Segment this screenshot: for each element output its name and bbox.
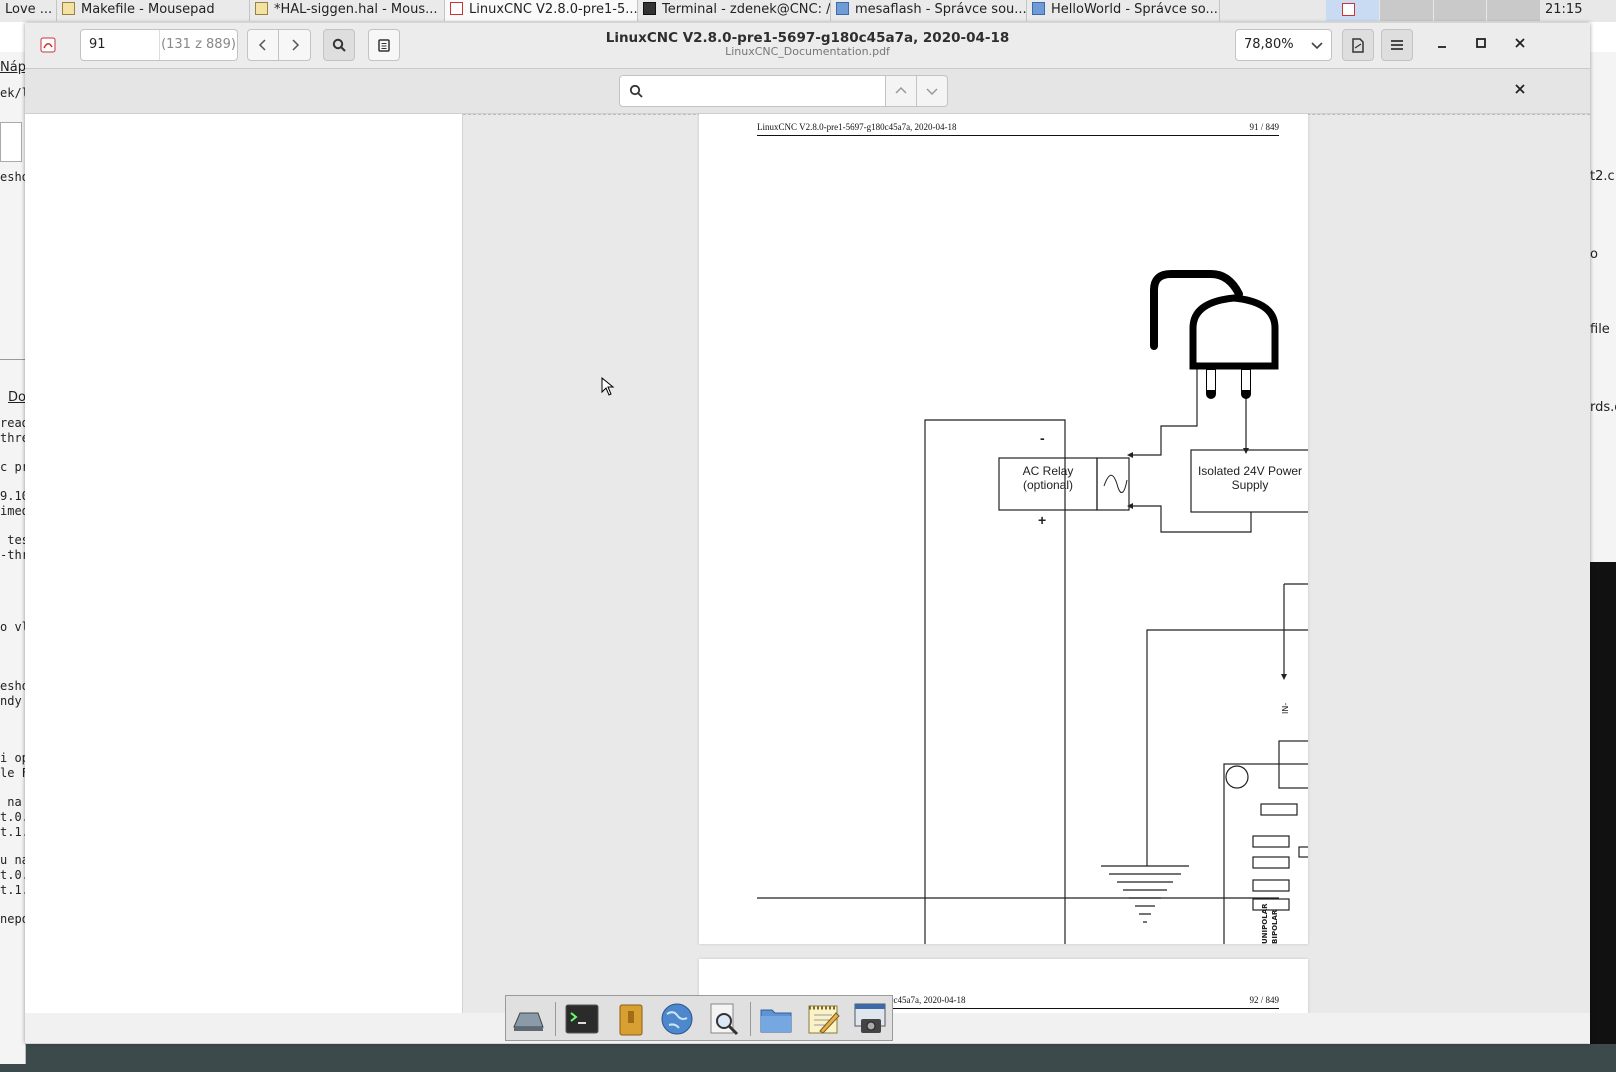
browser-icon xyxy=(661,1003,693,1035)
archive-icon xyxy=(619,1004,643,1036)
mouse-cursor-icon xyxy=(601,377,615,396)
folder-icon xyxy=(760,1009,792,1033)
zoom-select[interactable]: 78,80% xyxy=(1235,29,1332,61)
find-next-button[interactable] xyxy=(916,75,948,107)
folder-icon xyxy=(1032,2,1045,15)
terminal-background xyxy=(1590,562,1616,1044)
file-search-launcher[interactable] xyxy=(706,1001,742,1037)
chevron-down-icon xyxy=(926,88,938,96)
folder-icon xyxy=(836,2,849,15)
page-header-right: 92 / 849 xyxy=(1249,995,1279,1005)
power-supply-label: Isolated 24V Power Supply xyxy=(1197,464,1303,492)
search-icon xyxy=(629,84,643,98)
task-hal-siggen[interactable]: *HAL-siggen.hal - Mous... xyxy=(250,0,445,21)
task-linuxcnc-pdf[interactable]: LinuxCNC V2.8.0-pre1-5... xyxy=(445,0,638,21)
archive-launcher[interactable] xyxy=(612,1001,648,1037)
board-label-unipolar: UNIPOLAR xyxy=(1261,903,1269,945)
terminal-icon xyxy=(643,2,656,15)
page-layout-button[interactable] xyxy=(1342,29,1374,61)
network-icon xyxy=(513,1012,544,1031)
close-button[interactable] xyxy=(1508,33,1532,57)
pdf-icon xyxy=(450,2,463,15)
document-view[interactable]: LinuxCNC V2.8.0-pre1-5697-g180c45a7a, 20… xyxy=(463,114,1590,1013)
chevron-down-icon xyxy=(1311,30,1323,62)
minimize-icon xyxy=(1438,46,1446,48)
sidebar-panel xyxy=(25,114,463,1013)
maximize-icon xyxy=(1476,38,1486,48)
task-mesaflash[interactable]: mesaflash - Správce sou... xyxy=(831,0,1027,21)
background-window-left: Náp ek/lin esho Do read thre c pr 9.10 i… xyxy=(0,52,43,1064)
taskbar: Love ... Makefile - Mousepad *HAL-siggen… xyxy=(0,0,1616,23)
minus-terminal-label: - xyxy=(1040,430,1045,446)
workspace-1[interactable] xyxy=(1326,0,1380,21)
task-love[interactable]: Love ... xyxy=(0,0,57,21)
text-editor-icon xyxy=(808,1005,840,1034)
pdf-icon xyxy=(1342,3,1355,16)
ac-relay-label: AC Relay (optional) xyxy=(1022,464,1074,492)
document-viewer-window: 91 (131 z 889) LinuxCNC V2.8.0-pre1-5697… xyxy=(25,23,1590,1043)
terminal-icon xyxy=(565,1004,599,1034)
task-makefile[interactable]: Makefile - Mousepad xyxy=(57,0,250,21)
pdf-page-91: LinuxCNC V2.8.0-pre1-5697-g180c45a7a, 20… xyxy=(699,114,1308,944)
notepad-icon xyxy=(62,2,75,15)
workspace-pager[interactable] xyxy=(1326,0,1541,21)
close-find-button[interactable] xyxy=(1508,79,1532,103)
close-icon xyxy=(1515,84,1525,94)
file-manager-launcher[interactable] xyxy=(758,1001,794,1037)
divider xyxy=(555,1002,556,1036)
minimize-button[interactable] xyxy=(1430,33,1454,57)
task-helloworld[interactable]: HelloWorld - Správce so... xyxy=(1027,0,1220,21)
notepad-icon xyxy=(255,2,268,15)
text-editor-launcher[interactable] xyxy=(806,1001,842,1037)
terminal-launcher[interactable] xyxy=(564,1001,600,1037)
divider xyxy=(0,359,25,360)
dock xyxy=(505,995,893,1041)
screenshot-launcher[interactable] xyxy=(852,1001,888,1037)
document-icon xyxy=(1352,37,1364,53)
main-menu-button[interactable] xyxy=(1381,29,1413,61)
background-window-right: t2.c o file rds.c xyxy=(1590,52,1616,562)
header-bar: 91 (131 z 889) LinuxCNC V2.8.0-pre1-5697… xyxy=(25,23,1590,69)
find-bar xyxy=(25,69,1590,114)
divider xyxy=(750,1002,751,1036)
find-previous-button[interactable] xyxy=(885,75,917,107)
search-input[interactable] xyxy=(619,75,886,107)
close-icon xyxy=(1515,38,1525,48)
clock: 21:15 xyxy=(1545,2,1583,17)
screenshot-icon xyxy=(854,1003,886,1033)
maximize-button[interactable] xyxy=(1469,33,1493,57)
hamburger-icon xyxy=(1391,40,1403,50)
chevron-up-icon xyxy=(895,86,907,94)
browser-launcher[interactable] xyxy=(659,1001,695,1037)
wiring-diagram xyxy=(757,270,1308,944)
workspace-4[interactable] xyxy=(1487,0,1541,21)
workspace-3[interactable] xyxy=(1433,0,1488,21)
page-header-left: 0c45a7a, 2020-04-18 xyxy=(889,995,966,1005)
network-launcher[interactable] xyxy=(510,1001,546,1037)
pin-label: IN- xyxy=(1281,702,1290,714)
file-icon xyxy=(0,122,22,162)
search-icon xyxy=(710,1003,739,1036)
plus-terminal-label: + xyxy=(1038,512,1047,528)
workspace-2[interactable] xyxy=(1379,0,1434,21)
board-label-bipolar: BIPOLAR xyxy=(1271,909,1279,944)
task-terminal[interactable]: Terminal - zdenek@CNC: / xyxy=(638,0,831,21)
